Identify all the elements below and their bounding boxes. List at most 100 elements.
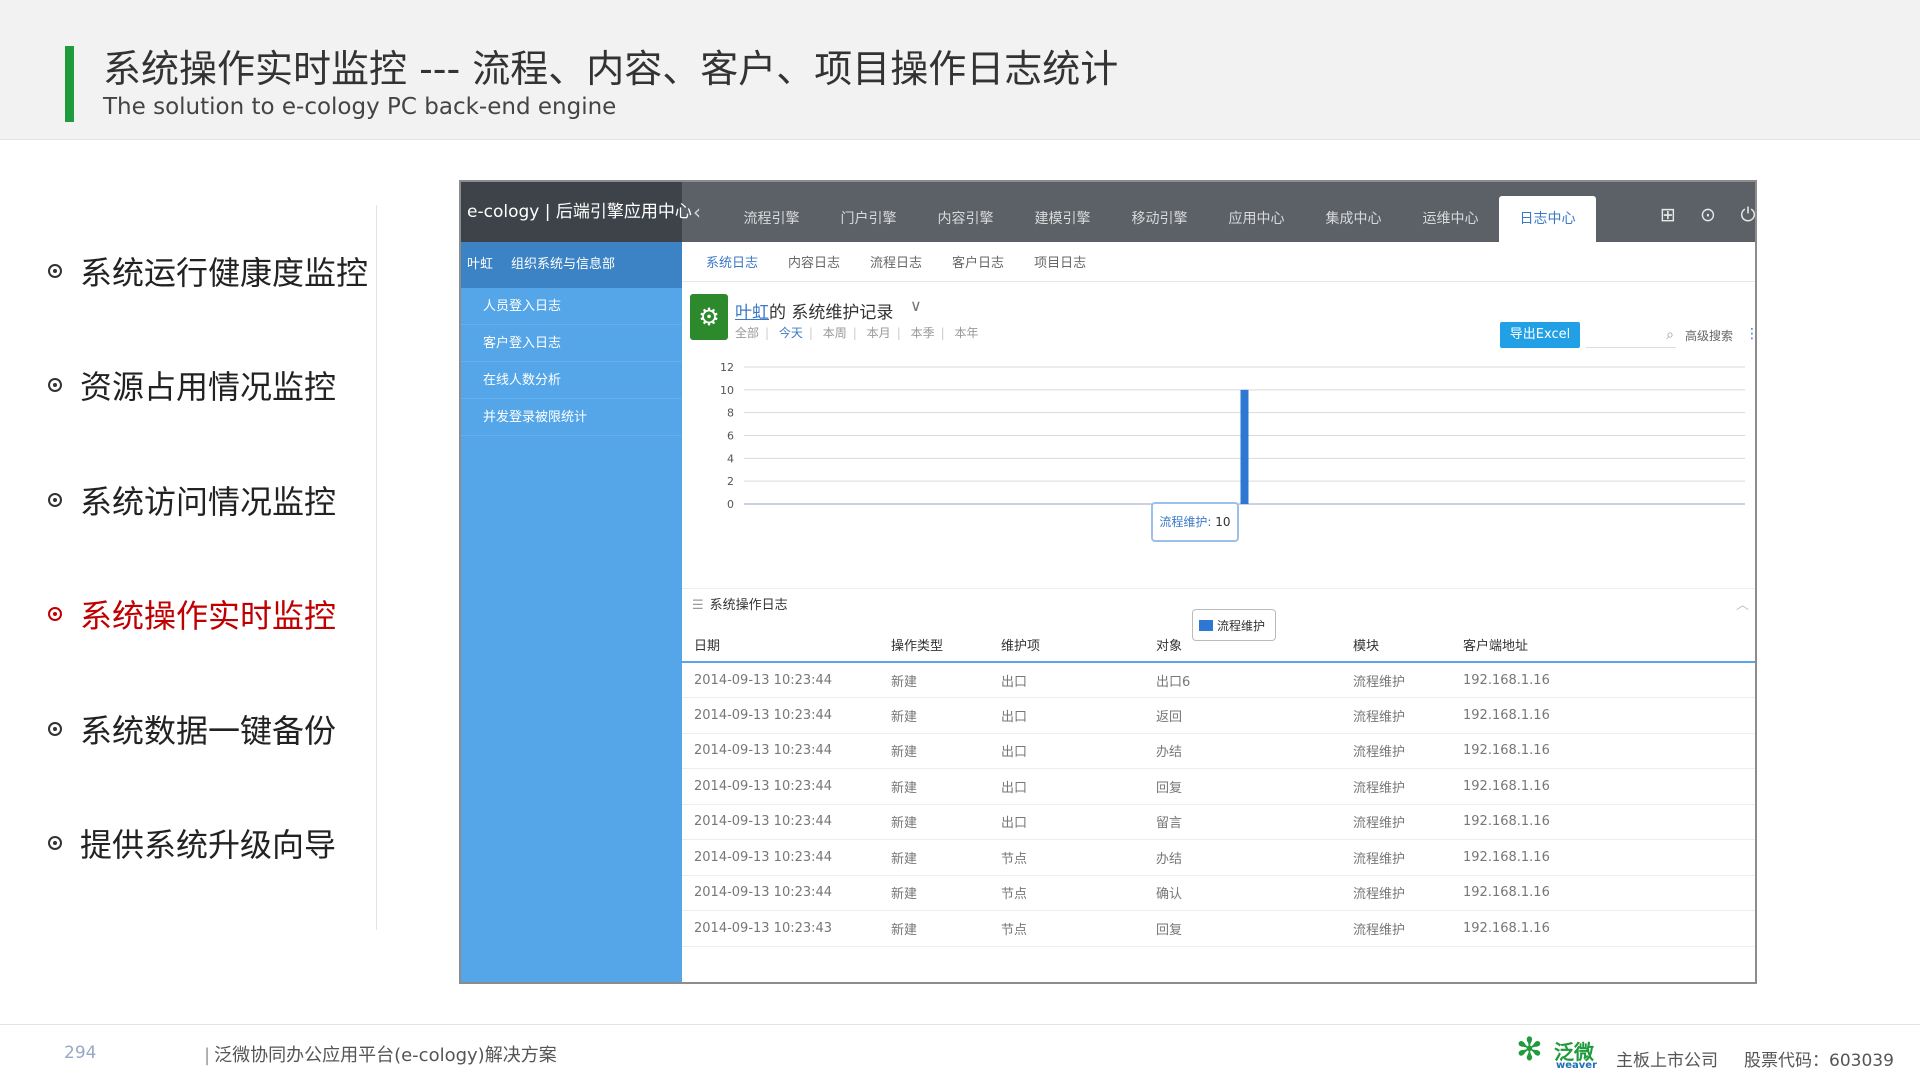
table-row[interactable]: 2014-09-13 10:23:44 新建 出口 办结 流程维护 192.168.1.1… xyxy=(682,733,1755,769)
list-view-icon[interactable]: ⋮ xyxy=(1745,326,1755,342)
cell-client-ip: 192.168.1.16 xyxy=(1451,733,1755,769)
cell-item: 出口 xyxy=(989,804,1144,840)
chevron-left-icon[interactable]: ‹ xyxy=(693,200,701,224)
cell-client-ip: 192.168.1.16 xyxy=(1451,768,1755,805)
cell-op-type: 新建 xyxy=(879,910,989,947)
cell-date: 2014-09-13 10:23:44 xyxy=(682,733,879,769)
table-row[interactable]: 2014-09-13 10:23:44 新建 出口 留言 流程维护 192.168.1.1… xyxy=(682,804,1755,840)
chevron-up-icon[interactable]: ︿ xyxy=(1736,589,1749,623)
grid-icon[interactable]: ⊞ xyxy=(1657,204,1679,226)
main-content: 系统日志 内容日志 流程日志 客户日志 项目日志 ⚙ 叶虹的 系统维护记录 ∨ … xyxy=(682,242,1755,982)
tab-portal[interactable]: 门户引擎 xyxy=(820,196,917,242)
cell-op-type: 新建 xyxy=(879,804,989,840)
top-nav: e-cology | 后端引擎应用中心 ‹ 流程引擎 门户引擎 内容引擎 建模引… xyxy=(461,182,1755,242)
cell-object: 回复 xyxy=(1144,910,1341,947)
y-tick-label: 0 xyxy=(727,498,734,511)
stock-code: 股票代码：603039 xyxy=(1744,1051,1894,1071)
user-link[interactable]: 叶虹 xyxy=(735,303,769,323)
filter-all[interactable]: 全部 xyxy=(735,326,759,340)
sidebar-item-concurrent-limit[interactable]: 并发登录被限统计 xyxy=(461,399,682,436)
bar[interactable] xyxy=(1240,389,1249,504)
col-client-ip[interactable]: 客户端地址 xyxy=(1451,627,1755,663)
app-brand: e-cology | 后端引擎应用中心 xyxy=(461,182,692,242)
subtab-workflow-log[interactable]: 流程日志 xyxy=(870,252,922,271)
table-row[interactable]: 2014-09-13 10:23:44 新建 节点 办结 流程维护 192.168.1.1… xyxy=(682,839,1755,876)
y-tick-label: 12 xyxy=(720,361,734,374)
feature-label: 资源占用情况监控 xyxy=(80,368,337,406)
bullet-icon xyxy=(48,378,62,392)
tab-log-center[interactable]: 日志中心 xyxy=(1499,196,1596,242)
search-input[interactable]: ⌕ xyxy=(1586,324,1676,348)
subtab-system-log[interactable]: 系统日志 xyxy=(706,252,758,271)
cell-item: 出口 xyxy=(989,662,1144,698)
cell-client-ip: 192.168.1.16 xyxy=(1451,804,1755,840)
cell-module: 流程维护 xyxy=(1341,697,1451,734)
bullet-icon xyxy=(48,836,62,850)
cell-module: 流程维护 xyxy=(1341,662,1451,698)
cell-item: 出口 xyxy=(989,733,1144,769)
col-module[interactable]: 模块 xyxy=(1341,627,1451,663)
footer-text: | 泛微协同办公应用平台(e-cology)解决方案 xyxy=(204,1045,557,1066)
cell-object: 办结 xyxy=(1144,839,1341,876)
bullet-icon xyxy=(48,607,62,621)
col-object[interactable]: 对象 xyxy=(1144,627,1341,663)
cell-module: 流程维护 xyxy=(1341,839,1451,876)
bullet-icon xyxy=(48,264,62,278)
slide: 系统操作实时监控 --- 流程、内容、客户、项目操作日志统计 The solut… xyxy=(0,0,1920,1080)
tab-modeling[interactable]: 建模引擎 xyxy=(1014,196,1111,242)
tab-content[interactable]: 内容引擎 xyxy=(917,196,1014,242)
more-icon[interactable]: ⊙ xyxy=(1697,204,1719,226)
export-excel-button[interactable]: 导出Excel xyxy=(1500,322,1580,348)
feature-label: 系统操作实时监控 xyxy=(80,597,337,635)
table-row[interactable]: 2014-09-13 10:23:44 新建 节点 确认 流程维护 192.168.1.1… xyxy=(682,875,1755,911)
logo-en: weaver xyxy=(1556,1060,1598,1071)
sub-tabs: 系统日志 内容日志 流程日志 客户日志 项目日志 xyxy=(682,242,1755,282)
power-icon[interactable]: ⏻ xyxy=(1737,204,1755,226)
divider xyxy=(376,205,377,930)
cell-op-type: 新建 xyxy=(879,733,989,769)
subtab-content-log[interactable]: 内容日志 xyxy=(788,252,840,271)
cell-module: 流程维护 xyxy=(1341,875,1451,911)
nav-tabs: 流程引擎 门户引擎 内容引擎 建模引擎 移动引擎 应用中心 集成中心 运维中心 … xyxy=(723,196,1596,242)
filter-year[interactable]: 本年 xyxy=(954,326,978,340)
tab-mobile[interactable]: 移动引擎 xyxy=(1111,196,1208,242)
cell-item: 节点 xyxy=(989,839,1144,876)
sidebar-item-online-analysis[interactable]: 在线人数分析 xyxy=(461,362,682,399)
cell-op-type: 新建 xyxy=(879,839,989,876)
footer-divider xyxy=(0,1024,1920,1025)
table-row[interactable]: 2014-09-13 10:23:44 新建 出口 返回 流程维护 192.168.1.1… xyxy=(682,697,1755,734)
table-row[interactable]: 2014-09-13 10:23:44 新建 出口 出口6 流程维护 192.168.1.… xyxy=(682,662,1755,698)
table-row[interactable]: 2014-09-13 10:23:43 新建 节点 回复 流程维护 192.168.1.1… xyxy=(682,910,1755,947)
col-op-type[interactable]: 操作类型 xyxy=(879,627,989,663)
filter-quarter[interactable]: 本季 xyxy=(911,326,935,340)
chevron-down-icon[interactable]: ∨ xyxy=(910,296,922,315)
filter-today[interactable]: 今天 xyxy=(779,326,803,340)
cell-client-ip: 192.168.1.16 xyxy=(1451,839,1755,876)
filter-week[interactable]: 本周 xyxy=(823,326,847,340)
col-item[interactable]: 维护项 xyxy=(989,627,1144,663)
subtab-project-log[interactable]: 项目日志 xyxy=(1034,252,1086,271)
sidebar-item-customer-login-log[interactable]: 客户登入日志 xyxy=(461,325,682,362)
sidebar-item-user-login-log[interactable]: 人员登入日志 xyxy=(461,288,682,325)
chart: 0 2 4 6 8 10 12 流程维护: 10 流程维护 xyxy=(682,357,1755,641)
y-tick-label: 10 xyxy=(720,384,734,397)
cell-client-ip: 192.168.1.16 xyxy=(1451,875,1755,911)
tab-workflow[interactable]: 流程引擎 xyxy=(723,196,820,242)
tab-integration[interactable]: 集成中心 xyxy=(1305,196,1402,242)
sidebar-user-name: 叶虹 xyxy=(467,257,494,272)
table-row[interactable]: 2014-09-13 10:23:44 新建 出口 回复 流程维护 192.168.1.1… xyxy=(682,768,1755,805)
tab-app-center[interactable]: 应用中心 xyxy=(1208,196,1305,242)
tab-ops[interactable]: 运维中心 xyxy=(1402,196,1499,242)
feature-item: 系统运行健康度监控 xyxy=(48,248,368,294)
cell-item: 出口 xyxy=(989,768,1144,805)
filter-month[interactable]: 本月 xyxy=(867,326,891,340)
subtab-customer-log[interactable]: 客户日志 xyxy=(952,252,1004,271)
cell-date: 2014-09-13 10:23:44 xyxy=(682,804,879,840)
cell-object: 留言 xyxy=(1144,804,1341,840)
tooltip-label: 流程维护: xyxy=(1159,515,1212,529)
footer-title: 泛微协同办公应用平台(e-cology)解决方案 xyxy=(214,1045,557,1066)
search-icon: ⌕ xyxy=(1666,327,1674,343)
advanced-search-link[interactable]: 高级搜索 xyxy=(1685,327,1733,344)
feature-label: 系统运行健康度监控 xyxy=(80,254,369,292)
col-date[interactable]: 日期 xyxy=(682,627,879,663)
